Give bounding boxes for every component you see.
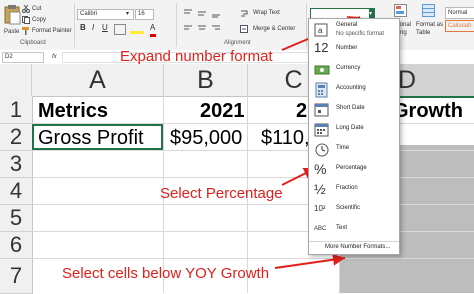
format-item-long-date[interactable]: Long Date — [309, 120, 399, 140]
svg-text:a: a — [318, 26, 323, 35]
format-item-label: Percentage — [336, 165, 367, 171]
format-item-percentage[interactable]: % Percentage — [309, 160, 399, 180]
annotation-arrows — [274, 16, 361, 269]
format-item-currency[interactable]: Currency — [309, 60, 399, 80]
format-item-label: Long Date — [336, 125, 364, 131]
number-icon: 12 — [314, 40, 329, 55]
format-item-label: General — [336, 22, 358, 28]
arrow-cells — [274, 253, 346, 269]
format-item-number[interactable]: 12 Number — [309, 40, 399, 60]
format-item-fraction[interactable]: ½ Fraction — [309, 180, 399, 200]
number-format-dropdown: a General No specific format 12 Number C… — [308, 18, 400, 255]
format-item-label: Currency — [336, 65, 361, 71]
format-item-label: Accounting — [336, 85, 366, 91]
dropdown-divider — [309, 241, 399, 242]
scientific-icon: 10² — [314, 204, 326, 213]
more-number-formats-link[interactable]: More Number Formats... — [325, 244, 390, 250]
accounting-icon — [315, 82, 328, 98]
format-item-label: Text — [336, 225, 348, 231]
text-icon: ABC — [314, 226, 327, 232]
format-item-label: Time — [336, 145, 350, 151]
time-icon — [315, 143, 329, 157]
format-item-general[interactable]: a General No specific format — [309, 20, 399, 40]
short-date-icon — [314, 103, 329, 117]
fraction-icon: ½ — [314, 181, 326, 197]
format-item-text[interactable]: ABC Text — [309, 220, 399, 240]
format-item-label: Short Date — [336, 105, 365, 111]
currency-icon — [314, 65, 330, 75]
long-date-icon — [314, 123, 329, 137]
format-item-time[interactable]: Time — [309, 140, 399, 160]
format-item-label: Number — [336, 45, 358, 51]
format-item-label: Fraction — [336, 185, 358, 191]
format-item-accounting[interactable]: Accounting — [309, 80, 399, 100]
format-item-sublabel: No specific format — [336, 31, 385, 37]
format-item-scientific[interactable]: 10² Scientific — [309, 200, 399, 220]
format-item-short-date[interactable]: Short Date — [309, 100, 399, 120]
general-icon: a — [314, 23, 328, 37]
percentage-icon: % — [314, 161, 327, 177]
format-item-label: Scientific — [336, 205, 361, 211]
